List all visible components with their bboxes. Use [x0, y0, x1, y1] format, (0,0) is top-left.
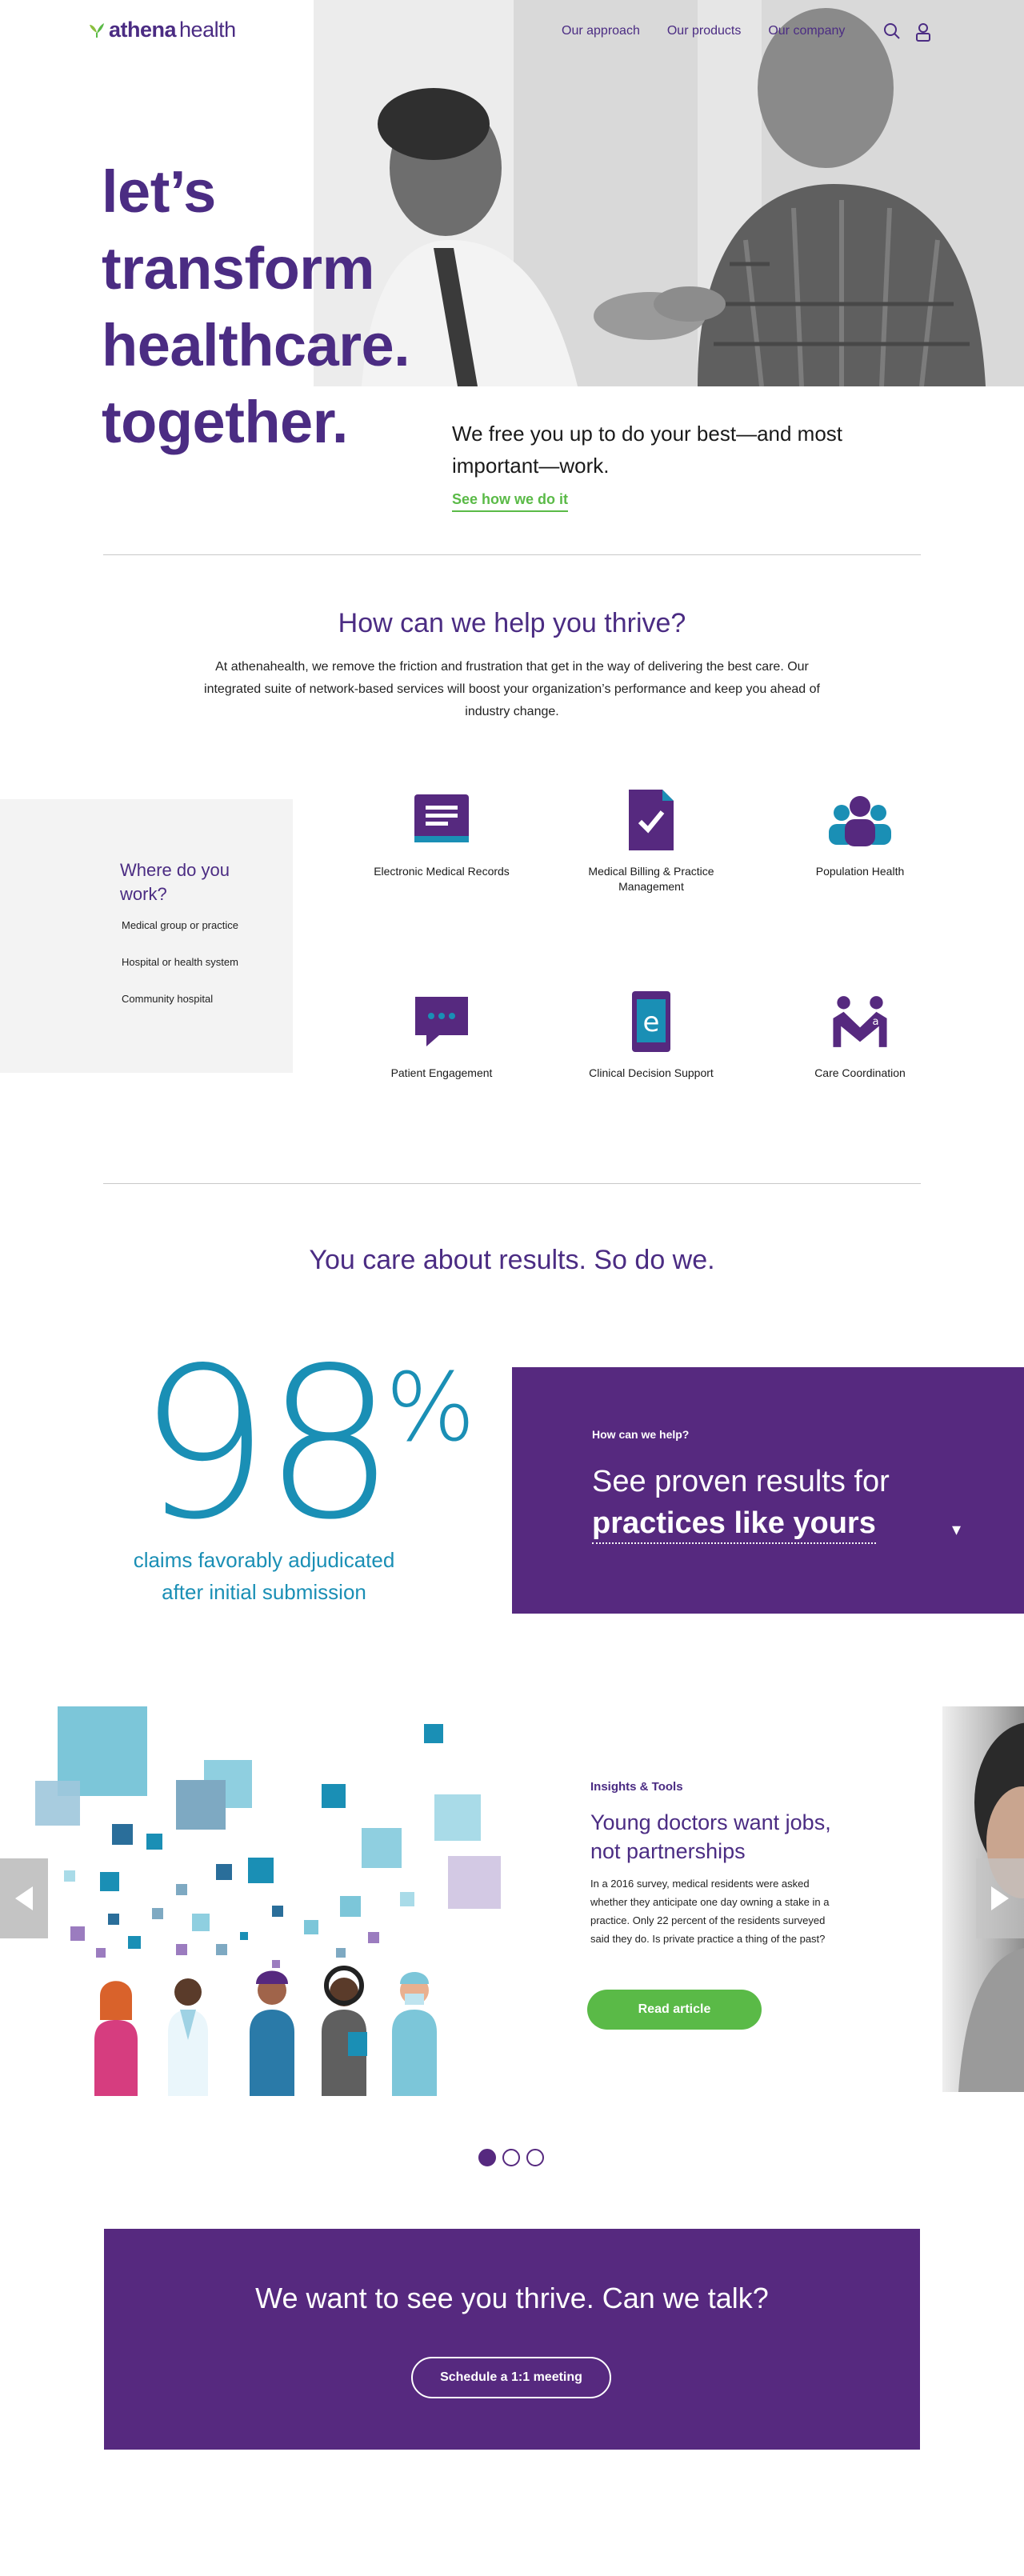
service-emr[interactable]: Electronic Medical Records — [362, 784, 522, 879]
chevron-left-icon — [15, 1886, 33, 1910]
user-icon[interactable] — [915, 22, 931, 42]
article-body: In a 2016 survey, medical residents were… — [590, 1878, 830, 1945]
service-billing[interactable]: Medical Billing & Practice Management — [571, 784, 731, 894]
divider — [103, 554, 921, 555]
carousel-dots — [478, 2149, 544, 2166]
practice-type-dropdown[interactable]: practices like yours — [592, 1506, 876, 1544]
hero-title-line: transform — [102, 235, 374, 302]
hero-title-line: healthcare. — [102, 312, 410, 378]
where-option-community-hospital[interactable]: Community hospital — [122, 993, 213, 1005]
leaf-logo-icon — [90, 22, 104, 38]
header-icons — [883, 22, 931, 42]
main-nav: Our approach Our products Our company — [562, 24, 845, 38]
service-label: Medical Billing & Practice Management — [588, 865, 714, 893]
decision-icon: e — [632, 991, 670, 1052]
where-option-hospital[interactable]: Hospital or health system — [122, 956, 238, 968]
hero-subtitle: We free you up to do your best—and most … — [452, 422, 843, 478]
where-title: Where do you work? — [120, 860, 230, 904]
nav-our-company[interactable]: Our company — [768, 24, 845, 38]
divider — [103, 1183, 921, 1184]
carousel-dot[interactable] — [526, 2149, 544, 2166]
service-label: Population Health — [815, 865, 905, 878]
service-label: Patient Engagement — [390, 1066, 493, 1079]
logo-text-light: health — [179, 18, 236, 42]
search-icon[interactable] — [883, 22, 901, 40]
carousel-next-button[interactable] — [976, 1858, 1024, 1938]
nav-our-approach[interactable]: Our approach — [562, 24, 640, 38]
logo-text-bold: athena — [109, 18, 177, 42]
stat-caption: claims favorably adjudicated after initi… — [133, 1548, 395, 1604]
stat-unit: % — [386, 1352, 476, 1462]
carousel-dot[interactable] — [502, 2149, 520, 2166]
carousel-dot[interactable] — [478, 2149, 496, 2166]
doctor-figure-5 — [392, 1972, 437, 2096]
population-icon — [829, 796, 891, 846]
hero-photo — [314, 0, 1024, 386]
article-kicker: Insights & Tools — [590, 1780, 683, 1794]
doctors-illustration — [32, 1704, 512, 2096]
service-label: Clinical Decision Support — [589, 1066, 714, 1079]
svg-text:e: e — [643, 1006, 660, 1038]
doctor-figure-2 — [168, 1978, 208, 2096]
hero-title-line: let’s — [102, 158, 216, 225]
proven-results-panel: How can we help? See proven results for … — [512, 1367, 1024, 1614]
svg-text:a: a — [873, 1016, 879, 1028]
help-intro: At athenahealth, we remove the friction … — [204, 660, 820, 718]
nav-our-products[interactable]: Our products — [667, 24, 741, 38]
read-article-button[interactable]: Read article — [587, 1990, 762, 2030]
chevron-down-icon[interactable]: ▾ — [952, 1519, 961, 1540]
schedule-meeting-button[interactable]: Schedule a 1:1 meeting — [411, 2357, 611, 2398]
cta-title: We want to see you thrive. Can we talk? — [255, 2282, 769, 2314]
records-icon — [414, 794, 469, 842]
doctor-figure-1 — [94, 1981, 138, 2096]
see-how-link[interactable]: See how we do it — [452, 491, 569, 512]
chat-icon — [415, 997, 468, 1046]
service-label: Electronic Medical Records — [374, 865, 510, 878]
where-panel: Where do you work? Medical group or prac… — [0, 799, 293, 1073]
service-clinical-decision[interactable]: e Clinical Decision Support — [571, 986, 731, 1081]
hero-title-line: together. — [102, 389, 348, 455]
doctor-figure-4 — [322, 1966, 367, 2096]
carousel-prev-button[interactable] — [0, 1858, 48, 1938]
hero-title: let’s transform healthcare. together. — [102, 154, 410, 461]
coordination-icon: a — [833, 996, 887, 1047]
chevron-right-icon — [991, 1886, 1009, 1910]
doctor-figure-3 — [250, 1970, 294, 2096]
logo[interactable]: athena health — [88, 18, 236, 42]
service-population-health[interactable]: Population Health — [780, 784, 940, 879]
billing-icon — [629, 790, 674, 850]
service-patient-engagement[interactable]: Patient Engagement — [362, 986, 522, 1081]
hero-photo-illustration — [314, 0, 1024, 386]
panel-heading: See proven results for — [592, 1465, 890, 1498]
results-title: You care about results. So do we. — [309, 1245, 715, 1275]
stat-value: 98 — [138, 1324, 396, 1566]
article-title: Young doctors want jobs, not partnership… — [590, 1810, 831, 1863]
panel-kicker: How can we help? — [592, 1428, 690, 1441]
service-label: Care Coordination — [814, 1066, 906, 1079]
help-title: How can we help you thrive? — [338, 608, 686, 638]
cta-banner: We want to see you thrive. Can we talk? … — [104, 2229, 920, 2450]
where-option-medical-group[interactable]: Medical group or practice — [122, 919, 238, 931]
service-care-coordination[interactable]: a Care Coordination — [780, 986, 940, 1081]
